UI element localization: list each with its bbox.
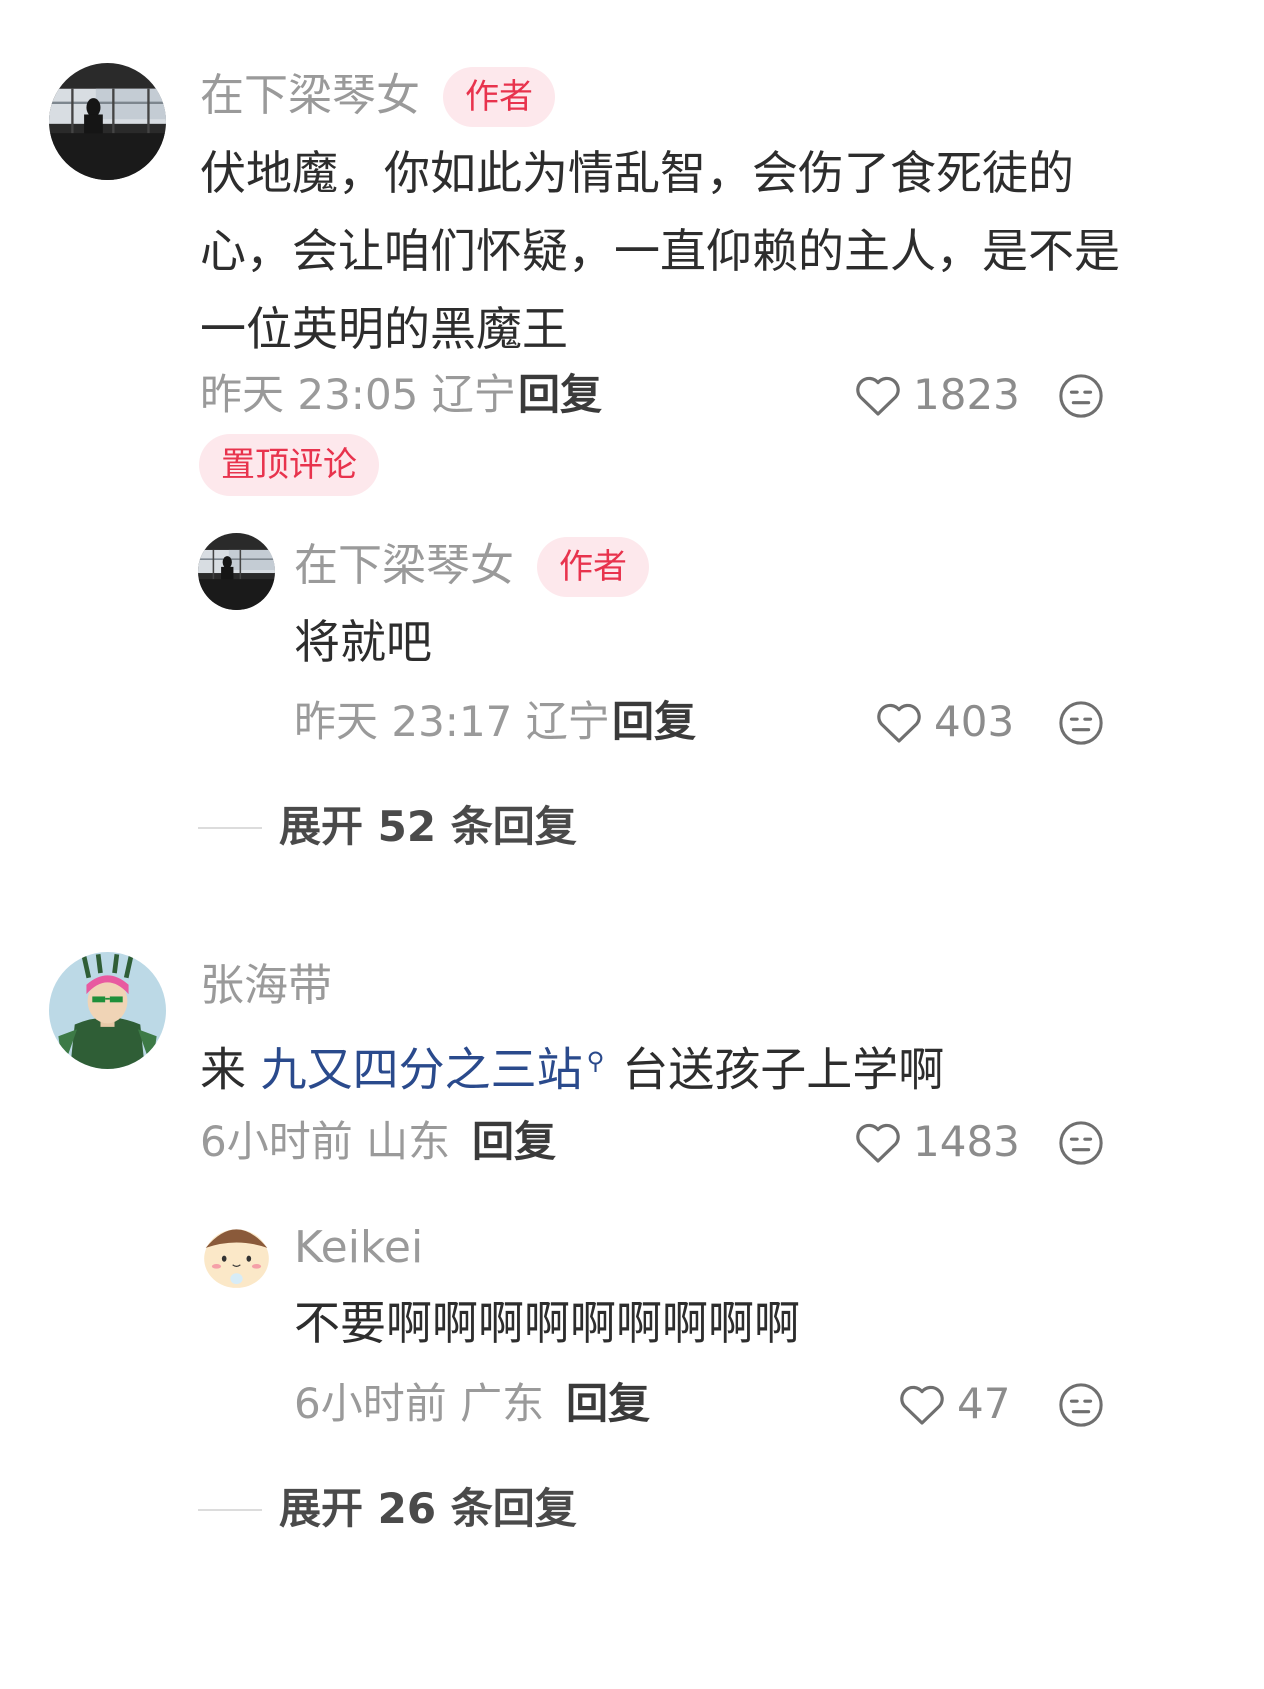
neutral-face-icon[interactable] xyxy=(1058,700,1104,746)
avatar-image xyxy=(49,952,166,1069)
reply-avatar[interactable] xyxy=(198,533,275,610)
like-count: 403 xyxy=(934,697,1015,746)
heart-outline-icon[interactable] xyxy=(854,1120,902,1164)
like-count: 1823 xyxy=(913,370,1020,419)
avatar-image xyxy=(49,63,166,180)
reply-timestamp: 6小时前 广东 xyxy=(294,1379,545,1428)
neutral-face-icon[interactable] xyxy=(1058,1382,1104,1428)
reply-timestamp: 昨天 23:17 辽宁 xyxy=(294,697,610,746)
comment-author[interactable]: 张海带 xyxy=(200,960,332,1012)
reply-button[interactable]: 回复 xyxy=(472,1117,556,1167)
comment-text: 来 九又四分之三站 ⚲ 台送孩子上学啊 xyxy=(200,1022,944,1108)
expand-replies-button[interactable]: 展开 26 条回复 xyxy=(279,1484,577,1534)
avatar[interactable] xyxy=(49,63,166,180)
reply-author[interactable]: Keikei xyxy=(294,1222,423,1274)
comment-timestamp: 6小时前 山东 xyxy=(200,1117,451,1166)
reply-text: 不要啊啊啊啊啊啊啊啊啊 xyxy=(294,1296,800,1350)
author-badge: 作者 xyxy=(537,537,649,597)
comment-author[interactable]: 在下梁琴女 xyxy=(200,70,420,122)
reply-button[interactable]: 回复 xyxy=(612,697,696,747)
search-icon[interactable]: ⚲ xyxy=(587,1047,605,1075)
like-count: 47 xyxy=(957,1379,1011,1428)
neutral-face-icon[interactable] xyxy=(1058,373,1104,419)
comment-text: 伏地魔，你如此为情乱智，会伤了食死徒的心，会让咱们怀疑，一直仰赖的主人，是不是一… xyxy=(200,146,1120,356)
avatar-image xyxy=(198,1214,275,1291)
reply-avatar[interactable] xyxy=(198,1214,275,1291)
comment-text-suffix: 台送孩子上学啊 xyxy=(622,1042,945,1097)
like-count: 1483 xyxy=(913,1117,1020,1166)
reply-author[interactable]: 在下梁琴女 xyxy=(294,540,514,592)
heart-outline-icon[interactable] xyxy=(898,1382,946,1426)
expand-replies-button[interactable]: 展开 52 条回复 xyxy=(279,802,577,852)
pinned-badge: 置顶评论 xyxy=(199,434,379,496)
avatar[interactable] xyxy=(49,952,166,1069)
topic-link[interactable]: 九又四分之三站 xyxy=(261,1042,583,1096)
heart-outline-icon[interactable] xyxy=(875,700,923,744)
heart-outline-icon[interactable] xyxy=(854,373,902,417)
divider xyxy=(198,827,262,829)
divider xyxy=(198,1509,262,1511)
reply-button[interactable]: 回复 xyxy=(518,370,602,420)
comment-text-prefix: 来 xyxy=(200,1042,261,1097)
comment-timestamp: 昨天 23:05 辽宁 xyxy=(200,370,516,419)
reply-button[interactable]: 回复 xyxy=(566,1379,650,1429)
avatar-image xyxy=(198,533,275,610)
reply-text: 将就吧 xyxy=(294,615,432,669)
neutral-face-icon[interactable] xyxy=(1058,1120,1104,1166)
author-badge: 作者 xyxy=(443,67,555,127)
